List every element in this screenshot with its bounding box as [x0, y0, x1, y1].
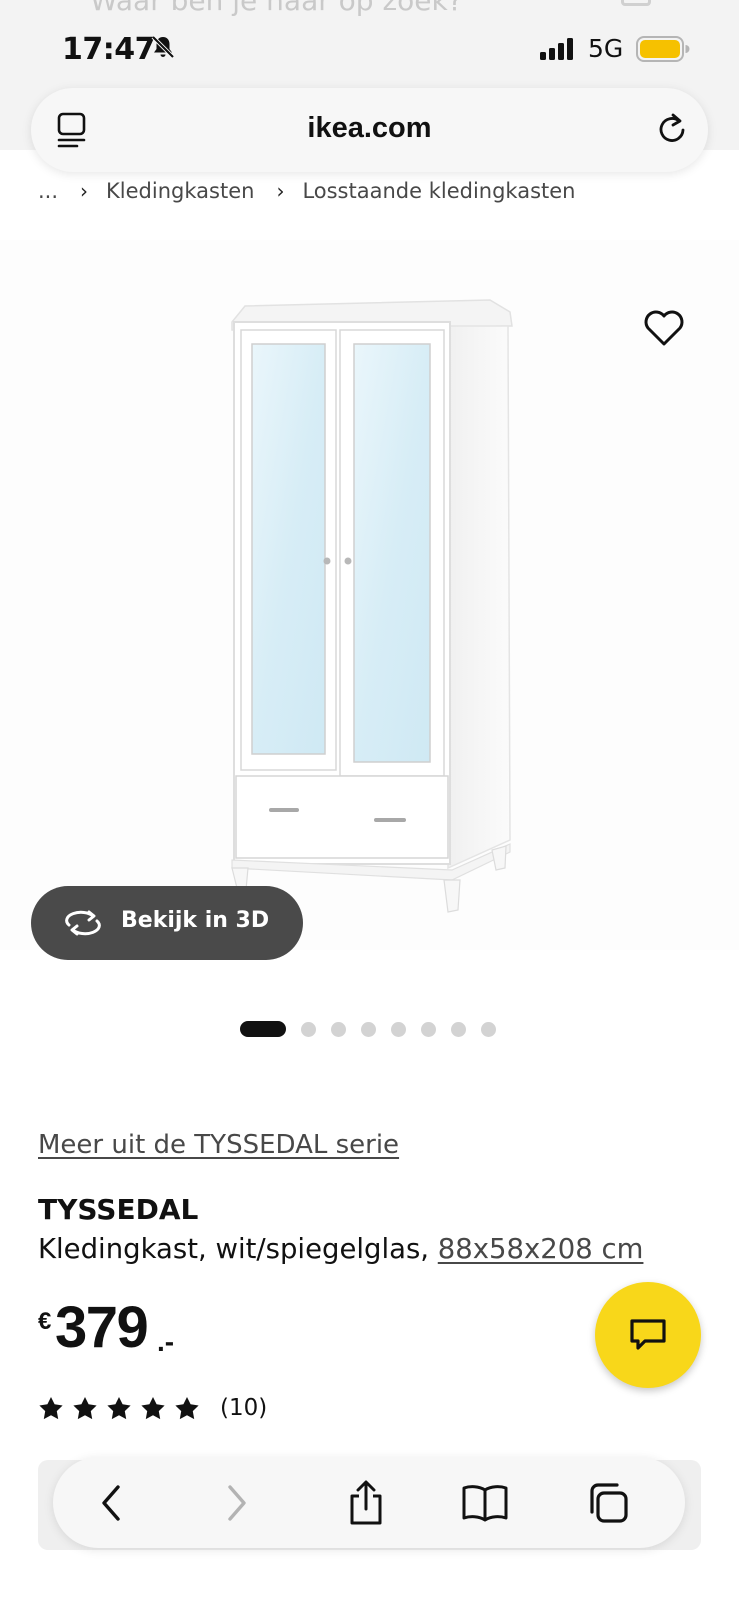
url-text[interactable]: ikea.com: [31, 112, 708, 145]
carousel-dot[interactable]: [481, 1021, 496, 1037]
chat-button[interactable]: [595, 1282, 701, 1388]
product-rating[interactable]: (10): [38, 1393, 267, 1423]
product-image[interactable]: [0, 240, 739, 950]
camera-icon: [621, 0, 651, 6]
bookmarks-icon: [462, 1485, 508, 1522]
reload-icon[interactable]: [654, 110, 690, 148]
carousel-dot-active[interactable]: [240, 1021, 286, 1037]
product-name: TYSSEDAL: [38, 1193, 199, 1226]
share-button[interactable]: [338, 1475, 394, 1531]
battery-icon: [636, 36, 690, 62]
ghost-search-placeholder: Waar ben je naar op zoek?: [90, 0, 463, 17]
bookmarks-button[interactable]: [457, 1475, 513, 1531]
url-bar[interactable]: ikea.com: [31, 88, 708, 172]
status-bar: 17:47 5G: [0, 26, 739, 76]
breadcrumb-item-losstaande[interactable]: Losstaande kledingkasten: [302, 179, 575, 203]
star-icon: [107, 1397, 131, 1420]
carousel-dot[interactable]: [301, 1021, 316, 1037]
star-icon: [73, 1397, 97, 1420]
series-link[interactable]: Meer uit de TYSSEDAL serie: [38, 1130, 399, 1160]
view-in-3d-label: Bekijk in 3D: [121, 908, 270, 933]
back-icon: [102, 1485, 120, 1521]
tabs-icon: [590, 1483, 628, 1523]
carousel-dot[interactable]: [451, 1021, 466, 1037]
browser-toolbar: [53, 1457, 685, 1548]
price-currency: €: [38, 1308, 52, 1335]
rating-count: (10): [220, 1395, 268, 1421]
carousel-dot[interactable]: [421, 1021, 436, 1037]
price-amount: 379: [55, 1295, 149, 1360]
signal-icon: [540, 38, 573, 60]
view-in-3d-button[interactable]: Bekijk in 3D: [31, 886, 303, 960]
carousel-dot[interactable]: [361, 1021, 376, 1037]
bell-slash-icon: [151, 35, 175, 59]
chevron-right-icon: ›: [80, 179, 89, 203]
image-carousel-dots[interactable]: [240, 1021, 511, 1037]
back-button[interactable]: [83, 1475, 139, 1531]
carousel-dot[interactable]: [331, 1021, 346, 1037]
network-label: 5G: [588, 34, 624, 63]
tabs-button[interactable]: [580, 1475, 636, 1531]
forward-icon: [228, 1485, 246, 1521]
star-icon: [39, 1397, 63, 1420]
forward-button[interactable]: [209, 1475, 265, 1531]
status-time: 17:47: [62, 32, 156, 67]
price-suffix: .-: [157, 1326, 175, 1357]
star-icon: [141, 1397, 165, 1420]
product-description: Kledingkast, wit/spiegelglas, 88x58x208 …: [38, 1233, 643, 1265]
chevron-right-icon: ›: [276, 179, 285, 203]
star-icon: [175, 1397, 199, 1420]
carousel-dot[interactable]: [391, 1021, 406, 1037]
breadcrumb-ellipsis[interactable]: ...: [38, 179, 58, 203]
rotate-3d-icon: [65, 910, 101, 936]
breadcrumb-item-kledingkasten[interactable]: Kledingkasten: [106, 179, 254, 203]
breadcrumb: ... › Kledingkasten › Losstaande kleding…: [38, 176, 576, 206]
product-description-text: Kledingkast, wit/spiegelglas,: [38, 1233, 438, 1265]
product-dimensions-link[interactable]: 88x58x208 cm: [438, 1233, 644, 1265]
share-icon: [350, 1480, 382, 1525]
chat-bubble-icon: [630, 1319, 666, 1350]
favorite-heart-icon[interactable]: [642, 308, 686, 348]
